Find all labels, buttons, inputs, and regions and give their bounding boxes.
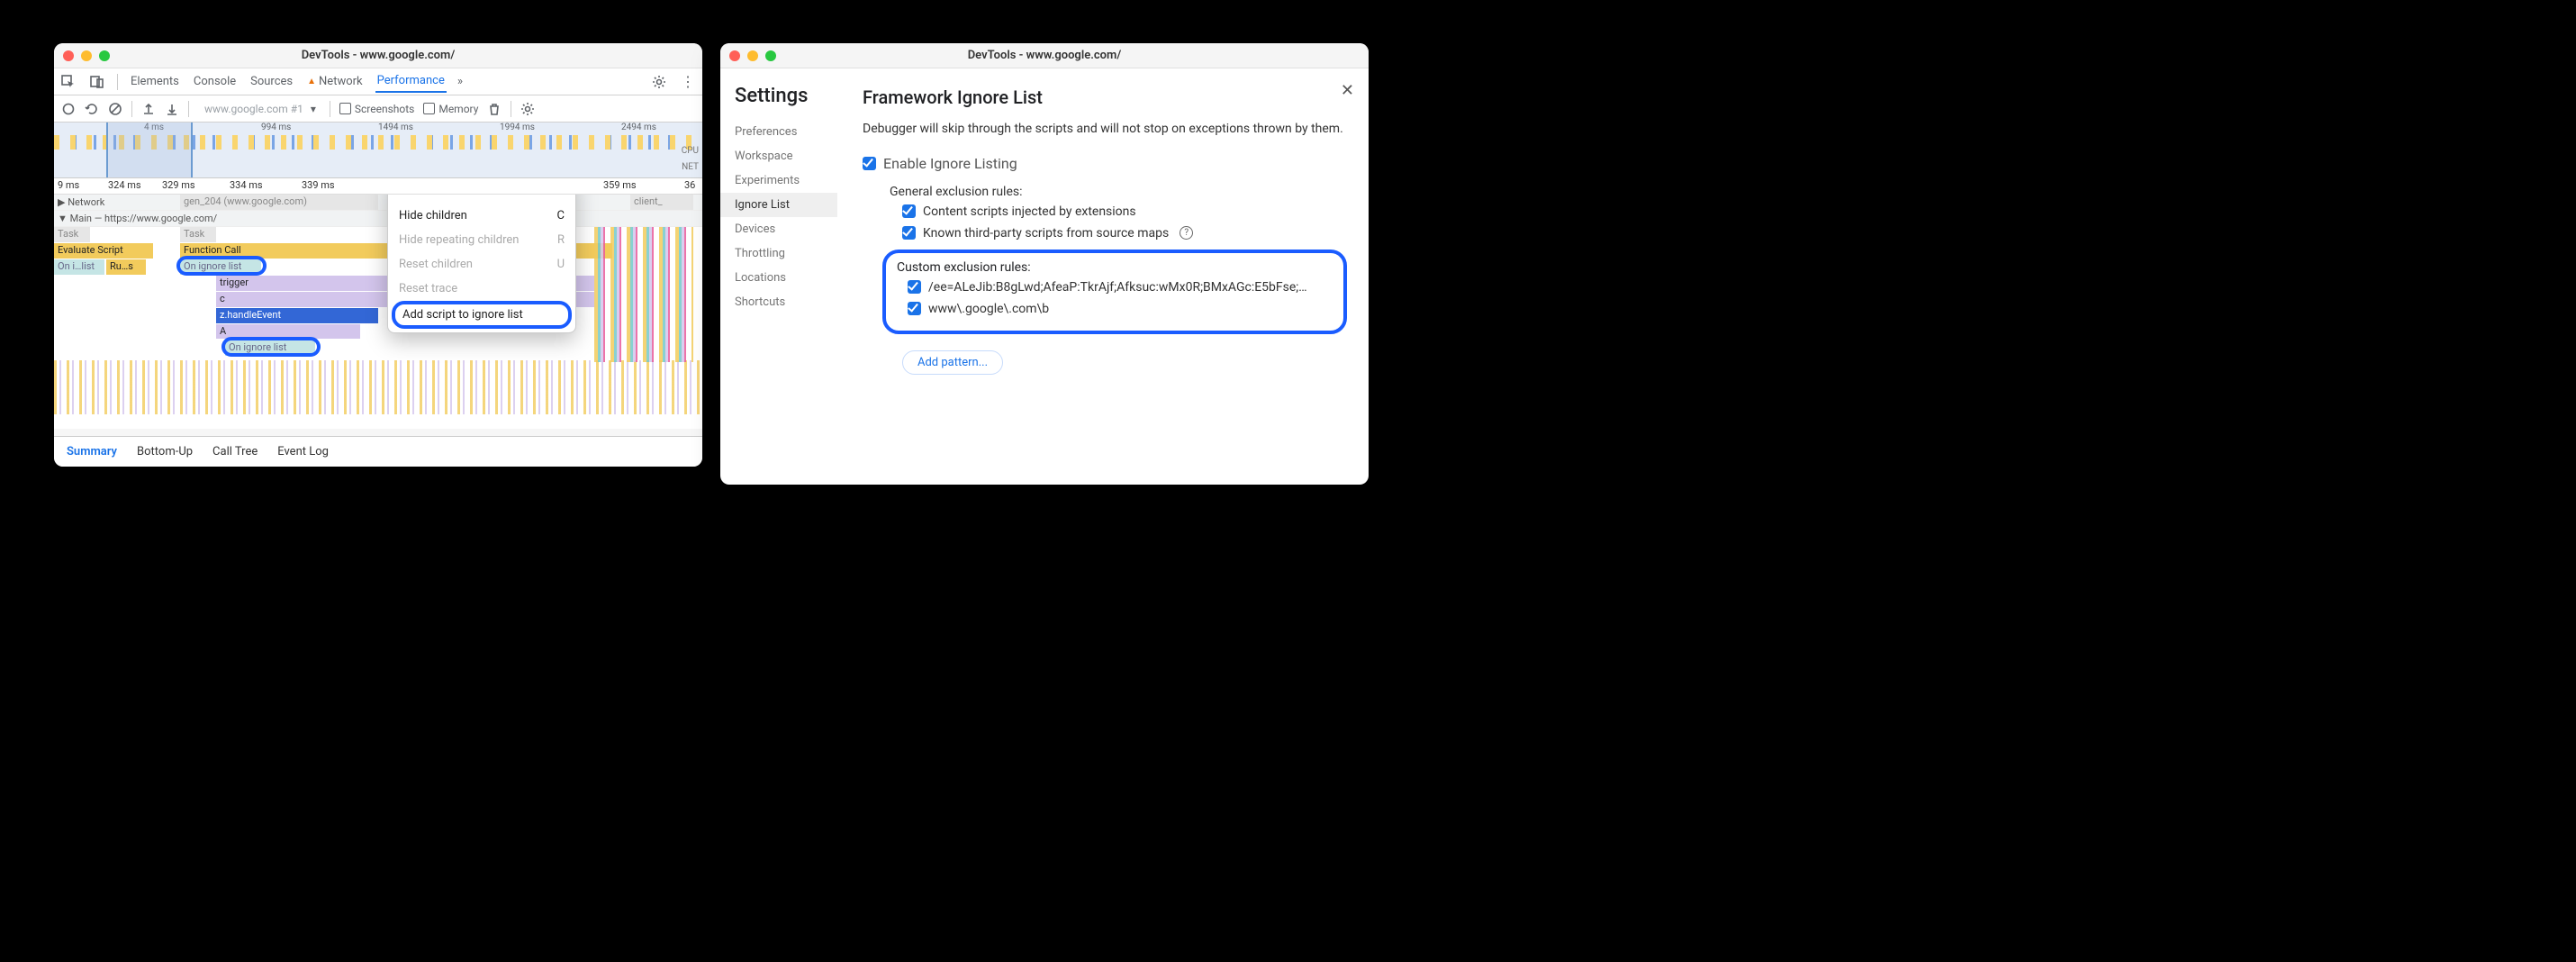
ctx-reset-children: Reset childrenU [388,252,575,277]
reload-icon[interactable] [85,102,99,116]
general-rules-heading: General exclusion rules: [890,185,1347,199]
clear-icon[interactable] [108,102,122,116]
ctx-hide-children[interactable]: Hide childrenC [388,204,575,228]
nav-ignore-list[interactable]: Ignore List [720,193,837,217]
flame-frame[interactable]: Ru…s [106,259,146,275]
overview-tick: 2494 ms [621,123,656,132]
overview-tick: 994 ms [261,123,291,132]
rule-third-party[interactable]: Known third-party scripts from source ma… [902,226,1347,240]
panel-tabs: Elements Console Sources Network Perform… [54,68,702,95]
overview-tick: 1994 ms [500,123,535,132]
window-titlebar[interactable]: DevTools - www.google.com/ [720,43,1369,68]
help-icon[interactable]: ? [1180,226,1193,240]
more-tabs-icon[interactable]: » [457,75,463,88]
custom-rule-2[interactable]: www\.google\.com\b [908,302,1334,316]
flame-frame[interactable]: On i…list [54,259,104,275]
ctx-hide-function[interactable]: Hide functionH [388,195,575,204]
flame-dense-region [594,227,693,362]
settings-content: ✕ Framework Ignore List Debugger will sk… [837,68,1369,485]
flame-dense-region [54,360,702,414]
overview-tick: 1494 ms [378,123,413,132]
details-tabs: Summary Bottom-Up Call Tree Event Log [54,436,702,467]
nav-shortcuts[interactable]: Shortcuts [735,290,837,314]
upload-icon[interactable] [141,102,156,116]
tab-performance[interactable]: Performance [375,70,447,93]
tab-network[interactable]: Network [305,71,365,92]
time-ruler: 9 ms 324 ms 329 ms 334 ms 339 ms 359 ms … [54,178,702,195]
device-toolbar-icon[interactable] [88,75,106,89]
tab-elements[interactable]: Elements [129,71,181,92]
network-track-header[interactable]: ▶ Network [54,195,702,211]
screenshots-toggle[interactable]: Screenshots [339,103,414,115]
add-pattern-button[interactable]: Add pattern... [902,350,1003,375]
network-entry[interactable]: gen_204 (www.google.com) [180,195,378,210]
flame-frame[interactable]: Evaluate Script [54,243,153,259]
overview-cpu-label: CPU [682,146,699,156]
tab-console[interactable]: Console [192,71,238,92]
settings-gear-icon[interactable] [650,75,668,89]
window-title: DevTools - www.google.com/ [720,49,1369,62]
flame-frame-selected[interactable]: z.handleEvent [216,308,378,323]
window-titlebar[interactable]: DevTools - www.google.com/ [54,43,702,68]
settings-sidebar: Settings Preferences Workspace Experimen… [720,68,837,485]
checkbox-icon[interactable] [902,204,916,218]
tab-sources[interactable]: Sources [249,71,294,92]
inspect-icon[interactable] [59,75,77,89]
checkbox-icon[interactable] [902,226,916,240]
recording-select[interactable]: www.google.com #1 [198,100,321,118]
checkbox-icon[interactable] [908,302,921,315]
overview-net-label: NET [682,162,699,172]
annotation-highlight [221,337,321,357]
ctx-hide-repeating: Hide repeating childrenR [388,228,575,252]
memory-toggle[interactable]: Memory [423,103,478,115]
flamegraph[interactable]: ▶ Network gen_204 (www.google.com) clien… [54,195,702,429]
settings-title: Settings [735,85,837,107]
nav-locations[interactable]: Locations [735,266,837,290]
ctx-reset-trace: Reset trace [388,277,575,301]
annotation-highlight [176,256,267,276]
flame-task[interactable]: Task [54,227,90,242]
flame-task[interactable]: Task [180,227,216,242]
tab-summary[interactable]: Summary [67,445,117,458]
custom-rules-heading: Custom exclusion rules: [897,260,1334,275]
main-track-header[interactable]: ▼ Main — https://www.google.com/ [54,211,702,227]
tab-event-log[interactable]: Event Log [277,445,329,458]
devtools-performance-window: DevTools - www.google.com/ Elements Cons… [54,43,702,467]
download-icon[interactable] [165,102,179,116]
gc-icon[interactable] [487,102,502,116]
custom-rule-1[interactable]: /ee=ALeJib:B8gLwd;AfeaP:TkrAjf;Afksuc:wM… [908,280,1334,295]
kebab-icon[interactable]: ⋮ [679,73,697,90]
checkbox-icon[interactable] [908,280,921,294]
tab-call-tree[interactable]: Call Tree [212,445,258,458]
rule-content-scripts[interactable]: Content scripts injected by extensions [902,204,1347,219]
checkbox-icon[interactable] [863,157,876,170]
tab-bottom-up[interactable]: Bottom-Up [137,445,193,458]
nav-workspace[interactable]: Workspace [735,144,837,168]
performance-toolbar: www.google.com #1 Screenshots Memory [54,95,702,123]
page-description: Debugger will skip through the scripts a… [863,121,1347,139]
overview-selection[interactable] [106,123,193,177]
nav-throttling[interactable]: Throttling [735,241,837,266]
record-icon[interactable] [61,102,76,116]
nav-preferences[interactable]: Preferences [735,120,837,144]
custom-rules-box: Custom exclusion rules: /ee=ALeJib:B8gLw… [882,250,1347,334]
enable-ignore-listing[interactable]: Enable Ignore Listing [863,155,1347,172]
timeline-overview[interactable]: 4 ms 994 ms 1494 ms 1994 ms 2494 ms CPU … [54,123,702,178]
window-title: DevTools - www.google.com/ [54,49,702,62]
close-icon[interactable]: ✕ [1341,81,1354,100]
nav-experiments[interactable]: Experiments [735,168,837,193]
capture-settings-icon[interactable] [520,102,535,116]
flame-context-menu: Hide functionH Hide childrenC Hide repea… [387,195,576,333]
ctx-add-ignore[interactable]: Add script to ignore list [392,301,572,329]
page-title: Framework Ignore List [863,86,1347,108]
devtools-settings-window: DevTools - www.google.com/ Settings Pref… [720,43,1369,485]
nav-devices[interactable]: Devices [735,217,837,241]
network-entry[interactable]: client_ [630,195,693,210]
